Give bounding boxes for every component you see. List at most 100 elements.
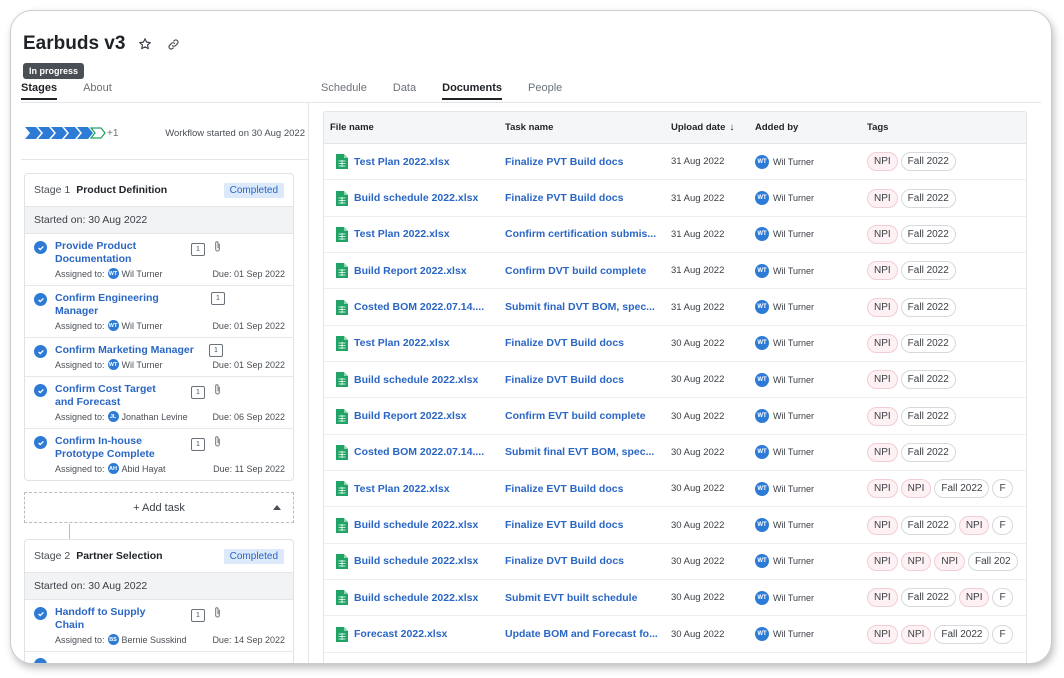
task-link[interactable]: Finalize PVT Build docs (505, 192, 661, 204)
comment-icon[interactable]: 1 (191, 437, 205, 451)
tag[interactable]: NPI (867, 442, 898, 462)
task-link[interactable]: Confirm EVT build complete (505, 410, 661, 422)
tag[interactable]: Fall 2022 (900, 297, 956, 317)
column-task-name[interactable]: Task name (505, 122, 671, 133)
stage-header[interactable]: Stage 1 Product Definition Completed (25, 174, 293, 206)
stage-header[interactable]: Stage 2 Partner Selection Completed (25, 540, 293, 572)
column-added-by[interactable]: Added by (755, 122, 867, 133)
table-row[interactable]: Test Plan 2022.xlsx Finalize DVT Build d… (324, 326, 1026, 363)
tag[interactable]: Fall 2022 (900, 406, 956, 426)
comment-icon[interactable]: 1 (191, 608, 205, 622)
task-title[interactable]: Confirm Engineering Manager (55, 292, 175, 318)
tab-about[interactable]: About (83, 82, 112, 100)
tag[interactable]: Fall 2022 (934, 479, 990, 499)
tag[interactable]: NPI (867, 261, 898, 281)
tag[interactable]: NPI (867, 224, 898, 244)
task-link[interactable]: Confirm DVT build complete (505, 265, 661, 277)
tag[interactable]: NPI (867, 333, 898, 353)
comment-icon[interactable]: 1 (209, 344, 223, 357)
table-row[interactable]: Test Plan 2022.xlsx Confirm certificatio… (324, 217, 1026, 254)
table-row[interactable]: Build schedule 2022.xlsx Finalize PVT Bu… (324, 180, 1026, 217)
tag[interactable]: F (992, 624, 1013, 644)
file-link[interactable]: Test Plan 2022.xlsx (354, 483, 450, 495)
file-link[interactable]: Build schedule 2022.xlsx (354, 592, 478, 604)
task-link[interactable]: Finalize DVT Build docs (505, 337, 661, 349)
comment-icon[interactable]: 1 (191, 385, 205, 399)
tag[interactable]: NPI (958, 515, 990, 535)
task-link[interactable]: Finalize EVT Build docs (505, 483, 661, 495)
table-row[interactable]: Test Plan 2022.xlsx Finalize PVT Build d… (324, 144, 1026, 181)
table-row[interactable]: Forecast 2022.xlsx Update BOM and Foreca… (324, 616, 1026, 653)
tag[interactable]: Fall 2022 (900, 588, 956, 608)
workflow-chevrons[interactable] (25, 127, 106, 139)
tag[interactable]: NPI (867, 297, 898, 317)
task-title[interactable]: Handoff to Supply Chain (55, 606, 165, 632)
tag[interactable]: Fall 202 (968, 551, 1018, 571)
task-link[interactable]: Finalize EVT Build docs (505, 519, 661, 531)
file-link[interactable]: Test Plan 2022.xlsx (354, 228, 450, 240)
tag[interactable]: NPI (958, 588, 990, 608)
tab-data[interactable]: Data (393, 82, 416, 100)
tag[interactable]: Fall 2022 (900, 515, 956, 535)
tag[interactable]: F (992, 588, 1013, 608)
tag[interactable]: Fall 2022 (934, 624, 990, 644)
paperclip-icon[interactable] (213, 240, 222, 258)
file-link[interactable]: Costed BOM 2022.07.14.... (354, 446, 484, 458)
table-row[interactable]: Test Plan 2022.xlsx Finalize EVT Build d… (324, 471, 1026, 508)
tag[interactable]: NPI (900, 479, 932, 499)
task-link[interactable]: Finalize DVT Build docs (505, 374, 661, 386)
tag[interactable]: NPI (867, 406, 898, 426)
tag[interactable]: NPI (934, 551, 966, 571)
paperclip-icon[interactable] (213, 435, 222, 453)
tab-stages[interactable]: Stages (21, 82, 58, 100)
table-row[interactable]: Build schedule 2022.xlsx Finalize DVT Bu… (324, 544, 1026, 581)
table-row[interactable]: Build Report 2022.xlsx Confirm DVT build… (324, 253, 1026, 290)
tag[interactable]: F (992, 515, 1013, 535)
file-link[interactable]: Build Report 2022.xlsx (354, 265, 467, 277)
tab-schedule[interactable]: Schedule (321, 82, 367, 100)
tag[interactable]: Fall 2022 (900, 224, 956, 244)
tag[interactable]: Fall 2022 (900, 442, 956, 462)
task-link[interactable]: Submit final EVT BOM, spec... (505, 446, 661, 458)
tag[interactable]: Fall 2022 (900, 261, 956, 281)
comment-icon[interactable]: 1 (191, 242, 205, 256)
task-item[interactable]: Confirm In-house Prototype Complete 1 As… (25, 429, 293, 480)
tab-documents[interactable]: Documents (442, 82, 503, 100)
tag[interactable]: NPI (900, 551, 932, 571)
task-item[interactable]: Confirm Cost Target and Forecast 1 Assig… (25, 377, 293, 429)
file-link[interactable]: Build Report 2022.xlsx (354, 410, 467, 422)
task-item[interactable]: Confirm Engineering Manager 1 Assigned t… (25, 286, 293, 338)
tag[interactable]: Fall 2022 (900, 152, 956, 172)
tag[interactable]: Fall 2022 (900, 370, 956, 390)
table-row[interactable]: Build schedule 2022.xlsx Submit EVT buil… (324, 580, 1026, 617)
task-link[interactable]: Finalize DVT Build docs (505, 555, 661, 567)
task-link[interactable]: Finalize PVT Build docs (505, 156, 661, 168)
paperclip-icon[interactable] (213, 383, 222, 401)
table-row[interactable]: Build schedule 2022.xlsx Finalize EVT Bu… (324, 507, 1026, 544)
task-link[interactable]: Submit EVT built schedule (505, 592, 661, 604)
tag[interactable]: NPI (867, 479, 898, 499)
file-link[interactable]: Build schedule 2022.xlsx (354, 374, 478, 386)
table-row[interactable]: Costed BOM 2022.07.14.... Submit final D… (324, 289, 1026, 326)
add-task-button[interactable]: + Add task (24, 492, 294, 523)
task-link[interactable]: Confirm certification submis... (505, 228, 661, 240)
task-link[interactable]: Update BOM and Forecast fo... (505, 628, 661, 640)
tag[interactable]: Fall 2022 (900, 333, 956, 353)
table-row[interactable]: Build schedule 2022.xlsx Finalize DVT Bu… (324, 362, 1026, 399)
task-title[interactable]: Confirm In-house Prototype Complete (55, 435, 165, 461)
tag[interactable]: NPI (867, 588, 898, 608)
task-item[interactable]: Provide Product Documentation 1 Assigned… (25, 234, 293, 286)
tag[interactable]: NPI (867, 370, 898, 390)
comment-icon[interactable]: 1 (211, 292, 225, 305)
tag[interactable]: F (992, 479, 1013, 499)
tab-people[interactable]: People (528, 82, 562, 100)
column-file-name[interactable]: File name (324, 122, 505, 133)
file-link[interactable]: Costed BOM 2022.07.14.... (354, 301, 484, 313)
file-link[interactable]: Test Plan 2022.xlsx (354, 337, 450, 349)
task-title[interactable]: Confirm Marketing Manager (55, 344, 205, 357)
task-item[interactable]: Confirm Marketing Manager 1 Assigned to:… (25, 338, 293, 377)
file-link[interactable]: Test Plan 2022.xlsx (354, 156, 450, 168)
tag[interactable]: Fall 2022 (900, 188, 956, 208)
file-link[interactable]: Build schedule 2022.xlsx (354, 555, 478, 567)
file-link[interactable]: Forecast 2022.xlsx (354, 628, 447, 640)
